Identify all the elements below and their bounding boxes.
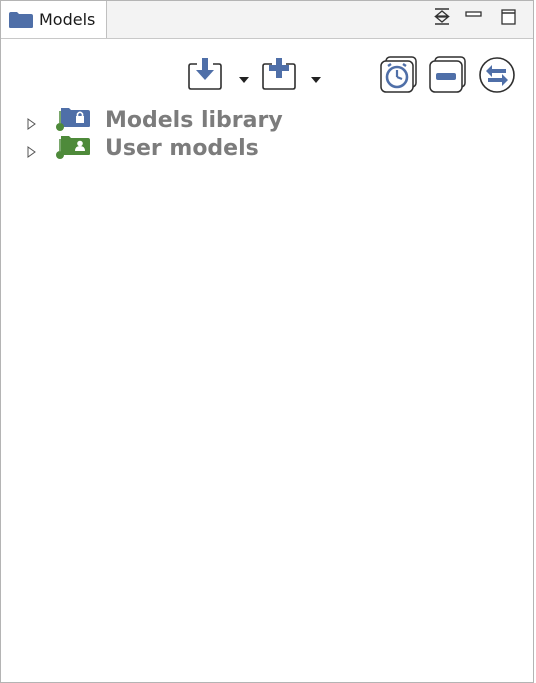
- import-dropdown-icon[interactable]: [239, 69, 249, 83]
- history-button[interactable]: [380, 56, 418, 98]
- locked-folder-icon: [55, 107, 91, 137]
- link-with-editor-button[interactable]: [478, 56, 516, 98]
- tree-item-label: Models library: [105, 108, 283, 133]
- download-arrow-icon: [188, 58, 222, 90]
- folder-icon: [8, 11, 34, 33]
- tree-item-models-library[interactable]: Models library: [1, 107, 533, 135]
- import-model-button[interactable]: [188, 56, 224, 96]
- tab-label: Models: [39, 10, 96, 29]
- expand-arrow-icon[interactable]: [27, 143, 37, 162]
- clock-icon: [380, 56, 417, 93]
- models-view-panel: Models Models library User models: [0, 0, 534, 683]
- tree-item-user-models[interactable]: User models: [1, 135, 533, 163]
- view-tab-strip: Models: [1, 1, 533, 39]
- collapse-all-button[interactable]: [429, 56, 467, 98]
- minimize-view-icon[interactable]: [464, 6, 484, 26]
- restore-view-icon[interactable]: [432, 6, 452, 26]
- maximize-view-icon[interactable]: [499, 6, 519, 26]
- tab-models[interactable]: Models: [1, 1, 107, 38]
- minus-icon: [429, 56, 466, 93]
- plus-icon: [262, 58, 296, 90]
- new-model-button[interactable]: [262, 56, 298, 96]
- sync-arrows-icon: [479, 57, 515, 93]
- user-folder-icon: [55, 135, 91, 165]
- expand-arrow-icon[interactable]: [27, 115, 37, 134]
- tree-item-label: User models: [105, 136, 259, 161]
- new-dropdown-icon[interactable]: [311, 69, 321, 83]
